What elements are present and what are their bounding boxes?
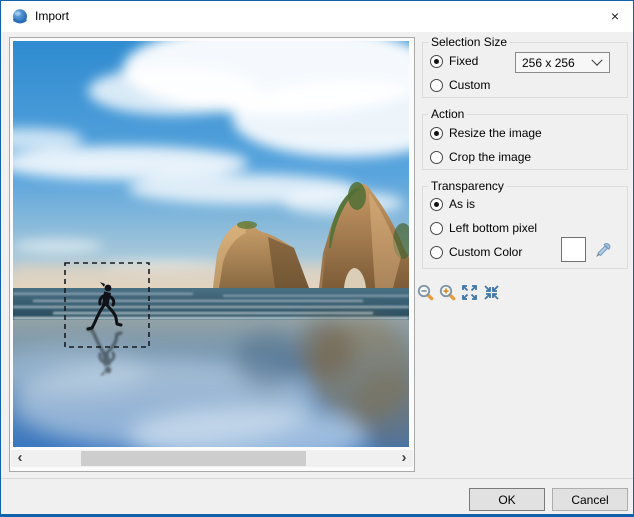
ok-button[interactable]: OK bbox=[469, 488, 545, 511]
radio-crop-circle bbox=[430, 150, 443, 164]
radio-fixed[interactable]: Fixed bbox=[430, 54, 478, 68]
chevron-down-icon bbox=[591, 54, 603, 66]
action-label: Action bbox=[428, 107, 468, 121]
window-title: Import bbox=[35, 9, 70, 23]
zoom-in-icon[interactable] bbox=[439, 284, 456, 301]
size-dropdown[interactable]: 256 x 256 bbox=[515, 52, 610, 73]
transparency-label: Transparency bbox=[428, 179, 507, 193]
selection-size-label: Selection Size bbox=[428, 35, 511, 49]
preview-photo[interactable] bbox=[13, 41, 409, 447]
radio-custom[interactable]: Custom bbox=[430, 78, 490, 92]
zoom-toolbar bbox=[417, 284, 500, 301]
radio-custom-circle bbox=[430, 78, 443, 92]
footer-divider bbox=[1, 478, 633, 479]
image-preview-panel: ‹ › bbox=[9, 37, 415, 472]
cancel-button[interactable]: Cancel bbox=[552, 488, 628, 511]
close-button[interactable]: × bbox=[598, 2, 632, 31]
radio-resize[interactable]: Resize the image bbox=[430, 126, 542, 140]
custom-color-swatch[interactable] bbox=[561, 237, 586, 262]
selection-size-group: Selection Size Fixed 256 x 256 Custom bbox=[422, 35, 628, 98]
title-bar: Import × bbox=[1, 1, 633, 32]
action-group: Action Resize the image Crop the image bbox=[422, 107, 628, 170]
scrollbar-thumb[interactable] bbox=[81, 451, 306, 466]
radio-custom-color-circle bbox=[430, 245, 443, 259]
radio-left-bottom-circle bbox=[430, 221, 443, 235]
size-dropdown-value: 256 x 256 bbox=[522, 55, 575, 70]
radio-custom-color[interactable]: Custom Color bbox=[430, 245, 522, 259]
actual-size-icon[interactable] bbox=[483, 284, 500, 301]
transparency-group: Transparency As is Left bottom pixel Cus… bbox=[422, 179, 628, 269]
import-dialog: Import × ‹ › Selection Size Fixed 256 x … bbox=[0, 0, 634, 517]
scroll-right-arrow-icon[interactable]: › bbox=[396, 450, 412, 467]
zoom-out-icon[interactable] bbox=[417, 284, 434, 301]
radio-crop[interactable]: Crop the image bbox=[430, 150, 531, 164]
horizontal-scrollbar[interactable]: ‹ › bbox=[11, 450, 413, 467]
app-icon bbox=[13, 9, 27, 24]
scroll-left-arrow-icon[interactable]: ‹ bbox=[12, 450, 28, 467]
radio-as-is-circle bbox=[430, 197, 443, 211]
radio-as-is[interactable]: As is bbox=[430, 197, 475, 211]
radio-left-bottom-pixel[interactable]: Left bottom pixel bbox=[430, 221, 537, 235]
radio-fixed-circle bbox=[430, 54, 443, 68]
eyedropper-icon[interactable] bbox=[594, 240, 612, 259]
radio-resize-circle bbox=[430, 126, 443, 140]
fit-to-window-icon[interactable] bbox=[461, 284, 478, 301]
